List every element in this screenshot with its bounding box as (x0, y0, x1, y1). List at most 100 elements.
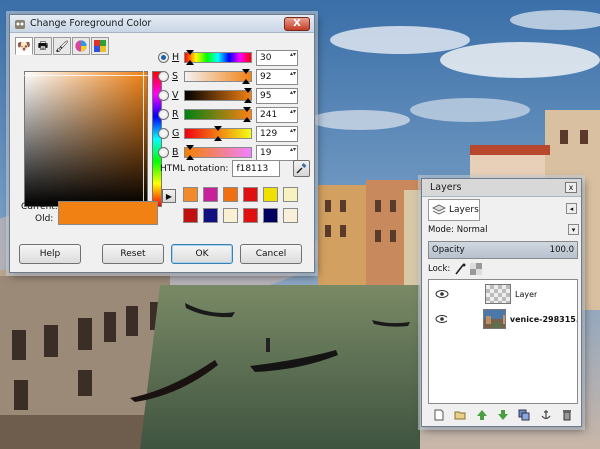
layers-titlebar[interactable]: Layers x (422, 179, 581, 197)
cancel-button[interactable]: Cancel (240, 244, 302, 264)
channel-r-radio[interactable] (158, 109, 169, 120)
channel-b-spinbox[interactable]: 19 (256, 144, 298, 161)
layers-close-button[interactable]: x (565, 182, 577, 193)
channel-h-spinbox[interactable]: 30 (256, 49, 298, 66)
channel-g-slider[interactable] (184, 126, 252, 141)
layers-list: Layer venice-298315.jp (428, 279, 578, 404)
history-swatch[interactable] (243, 187, 258, 202)
channel-b-radio[interactable] (158, 147, 169, 158)
layers-tab-label: Layers (449, 205, 479, 215)
eye-icon[interactable] (435, 289, 449, 299)
opacity-value: 100.0 (549, 245, 574, 255)
mode-row: Mode: Normal (428, 225, 578, 235)
slider-marker-top (241, 69, 250, 74)
old-label: Old: (35, 214, 54, 224)
tab-palette-selector[interactable] (91, 37, 109, 55)
current-label: Current: (21, 202, 58, 212)
layer-row[interactable]: venice-298315.jp (429, 307, 577, 331)
eye-icon[interactable] (435, 314, 448, 324)
lock-pixels-icon[interactable] (454, 263, 466, 275)
channel-row-s: S 92 (158, 68, 298, 85)
channel-s-label: S (172, 71, 179, 82)
layer-row[interactable]: Layer (429, 282, 577, 306)
color-dialog-titlebar[interactable]: Change Foreground Color X (10, 15, 314, 33)
slider-marker-bottom (241, 79, 250, 84)
channel-h-slider[interactable] (184, 50, 252, 65)
tab-wheel-selector[interactable] (72, 37, 90, 55)
raise-layer-icon[interactable] (476, 409, 488, 421)
history-swatch[interactable] (283, 187, 298, 202)
html-notation-row: HTML notation: f18113 (160, 160, 281, 177)
history-swatch[interactable] (243, 208, 258, 223)
layer-name: Layer (515, 289, 538, 299)
delete-layer-icon[interactable] (561, 409, 573, 421)
lower-layer-icon[interactable] (497, 409, 509, 421)
channel-v-label: V (172, 90, 179, 101)
channel-b-slider[interactable] (184, 145, 252, 160)
channel-v-radio[interactable] (158, 90, 169, 101)
layers-toolbar (428, 407, 578, 423)
tab-printer-selector[interactable]: 🖶 (34, 37, 52, 55)
channel-s-radio[interactable] (158, 71, 169, 82)
html-notation-input[interactable]: f18113 (232, 160, 281, 177)
mode-dropdown-button[interactable]: ▾ (568, 224, 579, 235)
palette-icon (94, 40, 106, 52)
lock-alpha-icon[interactable] (470, 263, 483, 275)
opacity-slider[interactable]: Opacity 100.0 (428, 241, 578, 259)
eyedropper-button[interactable] (293, 160, 310, 177)
channel-v-slider[interactable] (184, 88, 252, 103)
tab-layers[interactable]: Layers (428, 199, 480, 221)
color-wheel-icon (75, 40, 87, 52)
channel-h-radio[interactable] (158, 52, 169, 63)
gimp-app-icon (15, 19, 25, 29)
anchor-layer-icon[interactable] (540, 409, 552, 421)
saturation-value-square[interactable] (24, 71, 148, 207)
channel-r-label: R (172, 109, 179, 120)
channel-r-spinbox[interactable]: 241 (256, 106, 298, 123)
channel-v-spinbox[interactable]: 95 (256, 87, 298, 104)
ok-label: OK (195, 249, 209, 259)
reset-button[interactable]: Reset (102, 244, 164, 264)
color-dialog-title: Change Foreground Color (30, 18, 152, 29)
tab-gimp-selector[interactable]: 🐶 (15, 37, 33, 55)
slider-marker-top (243, 88, 252, 93)
mode-select[interactable]: Mode: Normal (428, 225, 487, 235)
channel-g-radio[interactable] (158, 128, 169, 139)
history-swatch[interactable] (203, 187, 218, 202)
tab-watercolor-selector[interactable]: 🖌 (53, 37, 71, 55)
history-swatch[interactable] (183, 208, 198, 223)
slider-marker-top (243, 107, 252, 112)
new-layer-group-icon[interactable] (454, 409, 466, 421)
layers-stack-icon (432, 204, 446, 215)
history-swatch[interactable] (183, 187, 198, 202)
lock-row: Lock: (428, 263, 483, 275)
history-swatch[interactable] (223, 208, 238, 223)
tab-menu-button[interactable]: ◂ (566, 203, 577, 214)
new-layer-icon[interactable] (433, 409, 445, 421)
slider-marker-top (185, 145, 194, 150)
channel-g-spinbox[interactable]: 129 (256, 125, 298, 142)
channel-b-label: B (172, 147, 179, 158)
play-icon: ▶ (165, 191, 173, 201)
history-swatch[interactable] (283, 208, 298, 223)
history-swatch[interactable] (263, 208, 278, 223)
chevron-down-icon: ▾ (571, 225, 576, 234)
channel-s-slider[interactable] (184, 69, 252, 84)
close-button[interactable]: X (284, 16, 310, 31)
eyedropper-icon (296, 163, 307, 174)
help-button[interactable]: Help (19, 244, 81, 264)
ok-button[interactable]: OK (171, 244, 233, 264)
layers-dialog: Layers x Layers ◂ Mode: Normal ▾ Opacity… (421, 178, 582, 427)
duplicate-layer-icon[interactable] (518, 409, 530, 421)
channel-row-r: R 241 (158, 106, 298, 123)
history-swatch[interactable] (263, 187, 278, 202)
channel-s-spinbox[interactable]: 92 (256, 68, 298, 85)
channel-r-slider[interactable] (184, 107, 252, 122)
history-swatch[interactable] (223, 187, 238, 202)
gimp-wilber-icon: 🐶 (17, 39, 31, 53)
channel-row-v: V 95 (158, 87, 298, 104)
history-swatch[interactable] (203, 208, 218, 223)
slider-marker-bottom (186, 60, 195, 65)
brush-icon: 🖌 (55, 39, 69, 53)
color-history-arrow-button[interactable]: ▶ (162, 189, 176, 203)
